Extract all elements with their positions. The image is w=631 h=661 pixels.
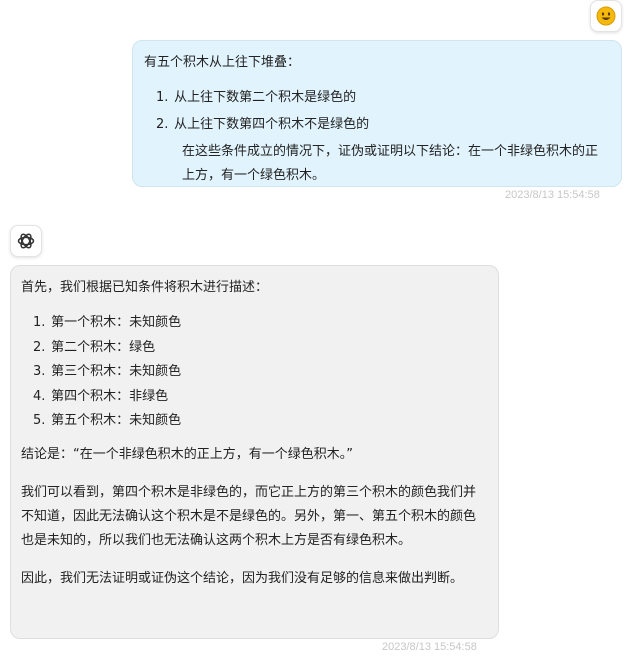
- user-message-timestamp: 2023/8/13 15:54:58: [505, 189, 600, 201]
- user-message-list: 1. 从上往下数第二个积木是绿色的 2. 从上往下数第四个积木不是绿色的 在这些…: [156, 86, 609, 188]
- assistant-paragraph: 我们可以看到，第四个积木是非绿色的，而它正上方的第三个积木的颜色我们并不知道，因…: [21, 484, 477, 548]
- user-message-bubble: 有五个积木从上往下堆叠： 1. 从上往下数第二个积木是绿色的 2. 从上往下数第…: [132, 40, 622, 187]
- assistant-conclusion: 结论是：“在一个非绿色积木的正上方，有一个绿色积木。”: [21, 446, 353, 462]
- list-item: 2. 从上往下数第四个积木不是绿色的 在这些条件成立的情况下，证伪或证明以下结论…: [156, 113, 609, 188]
- chatgpt-logo-icon: [17, 233, 35, 249]
- list-item: 5. 第五个积木：未知颜色: [33, 413, 182, 428]
- assistant-message-list: 1. 第一个积木：未知颜色 2. 第二个积木：绿色 3. 第三个积木：未知颜色 …: [33, 311, 486, 434]
- user-message-intro: 有五个积木从上往下堆叠：: [144, 55, 301, 70]
- list-item: 1. 从上往下数第二个积木是绿色的: [156, 90, 357, 105]
- assistant-message-timestamp: 2023/8/13 15:54:58: [382, 641, 477, 653]
- list-item: 3. 第三个积木：未知颜色: [33, 364, 182, 379]
- list-item: 4. 第四个积木：非绿色: [33, 388, 169, 404]
- user-message-continuation: 在这些条件成立的情况下，证伪或证明以下结论：在一个非绿色积木的正上方，有一个绿色…: [182, 144, 599, 183]
- assistant-avatar: [10, 225, 42, 257]
- assistant-message-intro: 首先，我们根据已知条件将积木进行描述：: [21, 280, 269, 295]
- assistant-paragraph: 因此，我们无法证明或证伪这个结论，因为我们没有足够的信息来做出判断。: [21, 570, 464, 586]
- smiley-face-icon: [596, 6, 616, 26]
- list-item: 1. 第一个积木：未知颜色: [33, 315, 182, 330]
- list-item: 2. 第二个积木：绿色: [33, 339, 156, 355]
- user-avatar: [590, 0, 622, 32]
- assistant-message-bubble: 首先，我们根据已知条件将积木进行描述： 1. 第一个积木：未知颜色 2. 第二个…: [10, 265, 499, 639]
